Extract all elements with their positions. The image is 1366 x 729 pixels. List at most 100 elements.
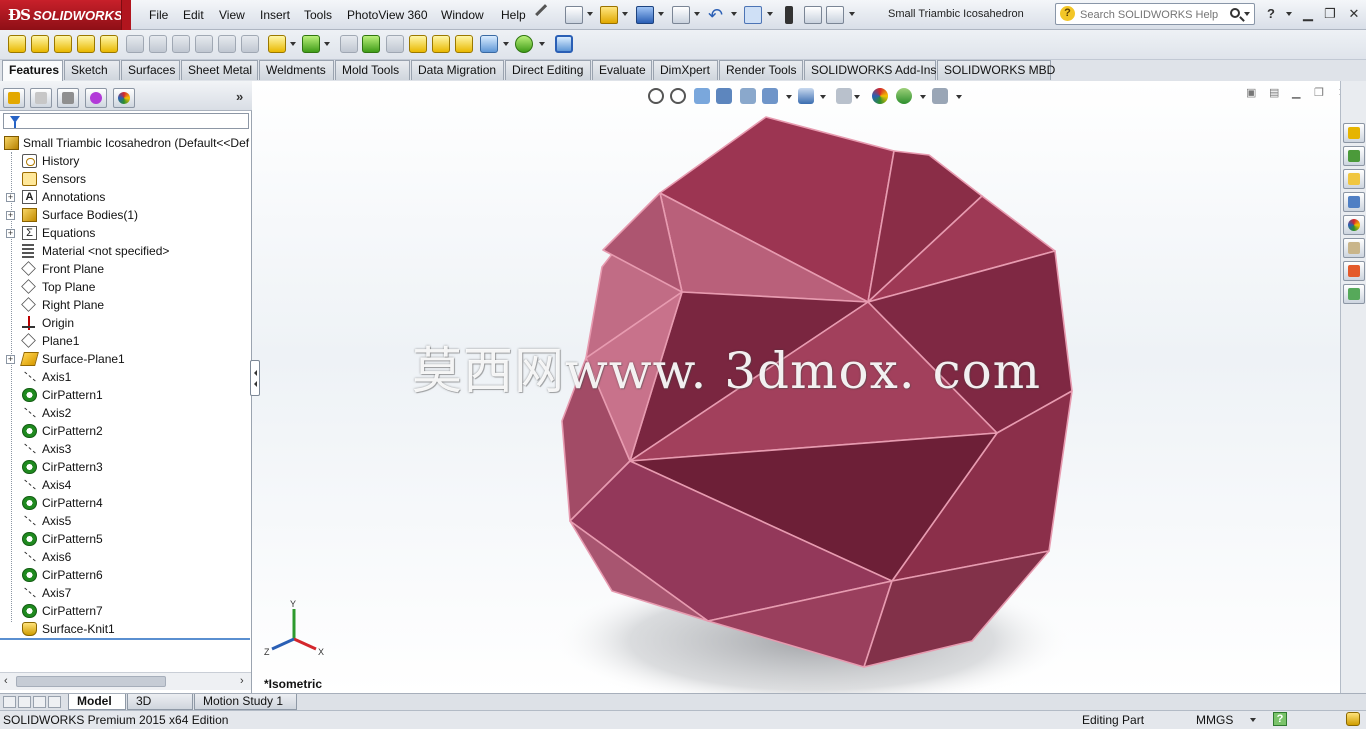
lofted-boss-icon[interactable] <box>77 35 95 53</box>
tree-item[interactable]: Surface-Knit1 <box>0 620 250 638</box>
fillet-dropdown-icon[interactable] <box>290 42 296 46</box>
unit-system-dropdown-icon[interactable] <box>1250 718 1256 722</box>
options-icon[interactable] <box>826 6 844 24</box>
first-tab-nav-icon[interactable] <box>3 696 16 708</box>
search-dropdown-icon[interactable] <box>1244 12 1250 16</box>
tab-evaluate[interactable]: Evaluate <box>592 60 652 80</box>
last-tab-nav-icon[interactable] <box>48 696 61 708</box>
reference-geometry-icon[interactable] <box>480 35 498 53</box>
tree-item[interactable]: Axis3 <box>0 440 250 458</box>
tab-motion-study-1[interactable]: Motion Study 1 <box>194 694 297 710</box>
quick-tips-icon[interactable]: ? <box>1273 712 1287 726</box>
mirror-icon[interactable] <box>455 35 473 53</box>
tab-3d-views[interactable]: 3D Views <box>127 694 193 723</box>
help-icon[interactable]: ? <box>1263 6 1279 22</box>
design-library-tab[interactable] <box>1343 146 1365 166</box>
save-dropdown-icon[interactable] <box>658 12 664 16</box>
configurationmanager-tab[interactable] <box>57 88 79 108</box>
menu-photoview-360[interactable]: PhotoView 360 <box>347 8 428 22</box>
tree-filter[interactable] <box>3 113 249 129</box>
menu-insert[interactable]: Insert <box>260 8 290 22</box>
tab-solidworks-add-ins[interactable]: SOLIDWORKS Add-Ins <box>804 60 936 80</box>
tree-item[interactable]: CirPattern1 <box>0 386 250 404</box>
draft-icon[interactable] <box>362 35 380 53</box>
file-properties-icon[interactable] <box>804 6 822 24</box>
rib-icon[interactable] <box>340 35 358 53</box>
tree-item[interactable]: CirPattern7 <box>0 602 250 620</box>
tab-sketch[interactable]: Sketch <box>64 60 120 80</box>
linear-pattern-icon[interactable] <box>302 35 320 53</box>
unit-system-selector[interactable]: MMGS <box>1196 713 1233 727</box>
tree-item[interactable]: Plane1 <box>0 332 250 350</box>
curves-icon[interactable] <box>515 35 533 53</box>
fillet-icon[interactable] <box>268 35 286 53</box>
hole-wizard-icon[interactable] <box>149 35 167 53</box>
menu-tools[interactable]: Tools <box>304 8 332 22</box>
propertymanager-tab[interactable] <box>30 88 52 108</box>
lofted-cut-icon[interactable] <box>218 35 236 53</box>
tab-sheet-metal[interactable]: Sheet Metal <box>181 60 258 80</box>
tree-item[interactable]: Right Plane <box>0 296 250 314</box>
expand-toggle-icon[interactable]: + <box>6 229 15 238</box>
boundary-cut-icon[interactable] <box>241 35 259 53</box>
expand-toggle-icon[interactable]: + <box>6 211 15 220</box>
view-palette-tab[interactable] <box>1343 192 1365 212</box>
graphics-area[interactable]: ▣ ▤ ▁ ❐ ✕ <box>252 81 1340 693</box>
menu-window[interactable]: Window <box>441 8 484 22</box>
shell-icon[interactable] <box>386 35 404 53</box>
scroll-left-icon[interactable]: ‹ <box>4 675 8 687</box>
tree-item[interactable]: + A Annotations <box>0 188 250 206</box>
notification-icon[interactable] <box>1346 712 1360 726</box>
undo-icon[interactable]: ↶ <box>708 5 723 26</box>
tree-item[interactable]: Top Plane <box>0 278 250 296</box>
expand-panel-icon[interactable]: » <box>236 89 243 104</box>
extruded-boss-icon[interactable] <box>8 35 26 53</box>
tab-direct-editing[interactable]: Direct Editing <box>505 60 591 80</box>
swept-boss-icon[interactable] <box>54 35 72 53</box>
select-cursor-icon[interactable] <box>744 6 762 24</box>
scroll-right-icon[interactable]: › <box>240 675 244 687</box>
tree-item[interactable]: Axis2 <box>0 404 250 422</box>
expand-toggle-icon[interactable]: + <box>6 193 15 202</box>
help-search-box[interactable]: ? <box>1055 3 1255 25</box>
scroll-thumb[interactable] <box>16 676 166 687</box>
next-tab-nav-icon[interactable] <box>33 696 46 708</box>
menu-file[interactable]: File <box>149 8 168 22</box>
appearances-tab[interactable] <box>1343 215 1365 235</box>
minimize-icon[interactable]: ▁ <box>1300 6 1316 22</box>
reference-triad[interactable]: Y X Z <box>264 599 334 659</box>
expand-toggle-icon[interactable]: + <box>6 355 15 364</box>
print-dropdown-icon[interactable] <box>694 12 700 16</box>
tree-item[interactable]: Sensors <box>0 170 250 188</box>
logo-flyout-arrow-icon[interactable] <box>121 0 131 30</box>
instant3d-icon[interactable] <box>555 35 573 53</box>
help-dropdown-icon[interactable] <box>1286 12 1292 16</box>
tree-item[interactable]: Axis4 <box>0 476 250 494</box>
curves-dropdown-icon[interactable] <box>539 42 545 46</box>
custom-properties-tab[interactable] <box>1343 238 1365 258</box>
rebuild-traffic-light-icon[interactable] <box>785 6 793 24</box>
tree-item[interactable]: CirPattern5 <box>0 530 250 548</box>
tab-mold-tools[interactable]: Mold Tools <box>335 60 410 80</box>
tree-root-part[interactable]: Small Triambic Icosahedron (Default<<Def <box>4 134 249 152</box>
revolved-boss-icon[interactable] <box>31 35 49 53</box>
tree-item[interactable]: Front Plane <box>0 260 250 278</box>
options-dropdown-icon[interactable] <box>849 12 855 16</box>
pattern-dropdown-icon[interactable] <box>324 42 330 46</box>
tab-render-tools[interactable]: Render Tools <box>719 60 803 80</box>
intersect-icon[interactable] <box>432 35 450 53</box>
solidworks-resources-tab[interactable] <box>1343 123 1365 143</box>
undo-dropdown-icon[interactable] <box>731 12 737 16</box>
tree-item[interactable]: CirPattern6 <box>0 566 250 584</box>
pin-menu-icon[interactable] <box>535 4 555 24</box>
tab-model[interactable]: Model <box>68 694 126 710</box>
close-icon[interactable]: ✕ <box>1346 6 1362 22</box>
new-dropdown-icon[interactable] <box>587 12 593 16</box>
reference-geometry-dropdown-icon[interactable] <box>503 42 509 46</box>
search-icon[interactable] <box>1230 8 1240 18</box>
boundary-boss-icon[interactable] <box>100 35 118 53</box>
prev-tab-nav-icon[interactable] <box>18 696 31 708</box>
tree-item[interactable]: Material <not specified> <box>0 242 250 260</box>
new-document-icon[interactable] <box>565 6 583 24</box>
tab-surfaces[interactable]: Surfaces <box>121 60 180 80</box>
